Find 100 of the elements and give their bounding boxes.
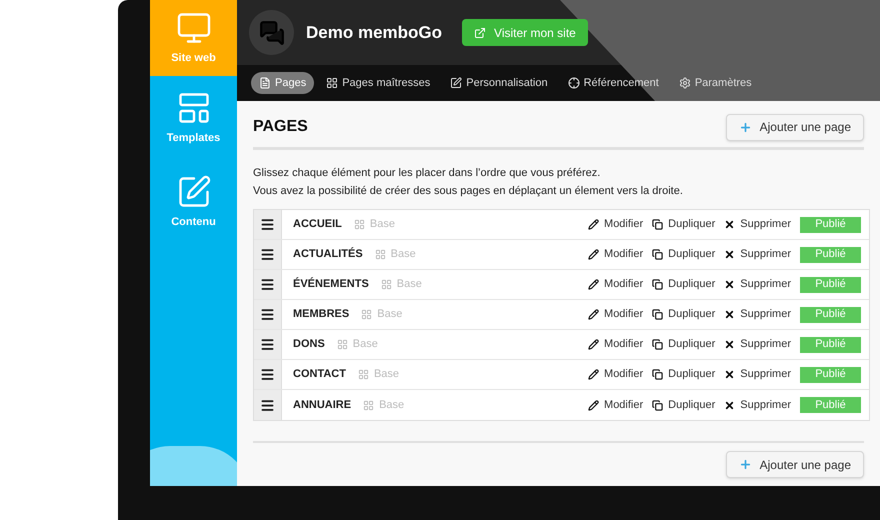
nav-tab[interactable]: Pages: [251, 72, 314, 94]
grid-icon: [358, 369, 369, 380]
close-icon: [724, 249, 736, 260]
page-name: ACTUALITÉS: [293, 246, 363, 262]
close-icon: [724, 400, 736, 410]
status-badge: Publié: [800, 397, 861, 413]
nav-tab[interactable]: Paramètres: [670, 72, 760, 94]
row-action-link[interactable]: Modifier: [588, 306, 644, 323]
drag-handle[interactable]: [254, 360, 282, 389]
row-action-link[interactable]: Supprimer: [724, 336, 791, 353]
row-action-link[interactable]: Dupliquer: [652, 216, 716, 233]
external-link-icon: [474, 26, 486, 38]
menu-icon: [260, 307, 275, 322]
row-action-link[interactable]: Dupliquer: [652, 396, 716, 414]
page-name: ÉVÉNEMENTS: [293, 276, 369, 292]
status-badge: Publié: [800, 246, 861, 262]
row-action-link[interactable]: Dupliquer: [652, 246, 716, 263]
row-action-link[interactable]: Dupliquer: [652, 306, 716, 323]
page-name: CONTACT: [293, 367, 346, 382]
status-badge: Publié: [800, 336, 861, 352]
row-action-link[interactable]: Supprimer: [724, 396, 791, 414]
row-action-link[interactable]: Supprimer: [724, 216, 791, 233]
plus-icon: [738, 458, 752, 471]
template-name: Base: [390, 247, 416, 262]
grid-icon: [380, 279, 392, 290]
grid-icon: [326, 77, 338, 89]
pencil-icon: [588, 279, 600, 290]
row-action-link[interactable]: Dupliquer: [652, 276, 716, 293]
nav-tab[interactable]: Pages maîtresses: [318, 72, 438, 94]
chat-icon: [258, 20, 284, 46]
crosshair-icon: [568, 77, 580, 89]
add-page-button[interactable]: Ajouter une page: [726, 451, 864, 478]
row-action-link[interactable]: Modifier: [588, 396, 644, 414]
row-action-link[interactable]: Modifier: [588, 366, 644, 383]
template-name: Base: [370, 217, 395, 232]
close-icon: [724, 369, 736, 380]
template-name: Base: [374, 367, 400, 382]
row-action-link[interactable]: Dupliquer: [652, 336, 716, 353]
template-name: Base: [377, 307, 402, 322]
menu-icon: [260, 337, 275, 352]
nav-tab[interactable]: Référencement: [560, 72, 667, 94]
copy-icon: [652, 400, 664, 410]
pencil-icon: [588, 369, 600, 380]
drag-handle[interactable]: [254, 270, 282, 299]
row-action-link[interactable]: Supprimer: [724, 276, 791, 293]
pencil-icon: [588, 309, 600, 320]
menu-icon: [260, 247, 275, 262]
close-icon: [724, 219, 736, 230]
row-action-link[interactable]: Modifier: [588, 276, 644, 293]
grid-icon: [374, 249, 386, 260]
page-name: DONS: [293, 337, 325, 352]
grid-icon: [361, 309, 372, 320]
copy-icon: [652, 309, 664, 320]
close-icon: [724, 279, 736, 290]
drag-handle[interactable]: [254, 240, 282, 269]
page-name: ACCUEIL: [293, 217, 342, 232]
row-action-link[interactable]: Modifier: [588, 336, 644, 353]
status-badge: Publié: [800, 306, 861, 322]
drag-handle[interactable]: [254, 330, 282, 359]
instruction-text: Glissez chaque élément pour les placer dans l’ordre que vous préférez.: [253, 166, 602, 181]
copy-icon: [652, 249, 664, 260]
instruction-text: Vous avez la possibilité de créer des sous pages en déplaçant un élement vers la droite.: [253, 184, 684, 199]
row-action-link[interactable]: Supprimer: [724, 306, 791, 323]
page-name: MEMBRES: [293, 307, 350, 322]
copy-icon: [652, 219, 664, 230]
copy-icon: [652, 279, 664, 290]
document-icon: [259, 77, 271, 89]
status-badge: Publié: [800, 366, 861, 382]
close-icon: [724, 309, 736, 320]
drag-handle[interactable]: [254, 300, 282, 329]
drag-handle[interactable]: [254, 210, 282, 239]
pencil-icon: [588, 400, 600, 410]
page-name: ANNUAIRE: [293, 398, 352, 413]
status-badge: Publié: [800, 276, 861, 292]
row-action-link[interactable]: Supprimer: [724, 366, 791, 383]
nav-tab[interactable]: Personnalisation: [442, 72, 556, 94]
site-name: Demo memboGo: [306, 22, 442, 44]
menu-icon: [260, 367, 275, 382]
menu-icon: [260, 398, 275, 412]
copy-icon: [652, 369, 664, 380]
template-name: Base: [379, 398, 404, 413]
add-page-button[interactable]: Ajouter une page: [726, 114, 864, 140]
template-name: Base: [352, 337, 378, 352]
template-name: Base: [396, 277, 422, 292]
row-action-link[interactable]: Supprimer: [724, 246, 791, 263]
row-action-link[interactable]: Modifier: [588, 216, 644, 233]
menu-icon: [260, 277, 275, 292]
pencil-icon: [588, 249, 600, 260]
copy-icon: [652, 339, 664, 350]
status-badge: Publié: [800, 216, 861, 232]
row-action-link[interactable]: Dupliquer: [652, 366, 716, 383]
grid-icon: [363, 400, 374, 410]
row-action-link[interactable]: Modifier: [588, 246, 644, 263]
grid-icon: [336, 339, 348, 350]
close-icon: [724, 339, 736, 350]
settings-icon: [678, 77, 691, 89]
page-title: PAGES: [253, 117, 308, 137]
drag-handle[interactable]: [254, 390, 282, 420]
menu-icon: [260, 217, 275, 232]
pencil-icon: [588, 339, 600, 350]
